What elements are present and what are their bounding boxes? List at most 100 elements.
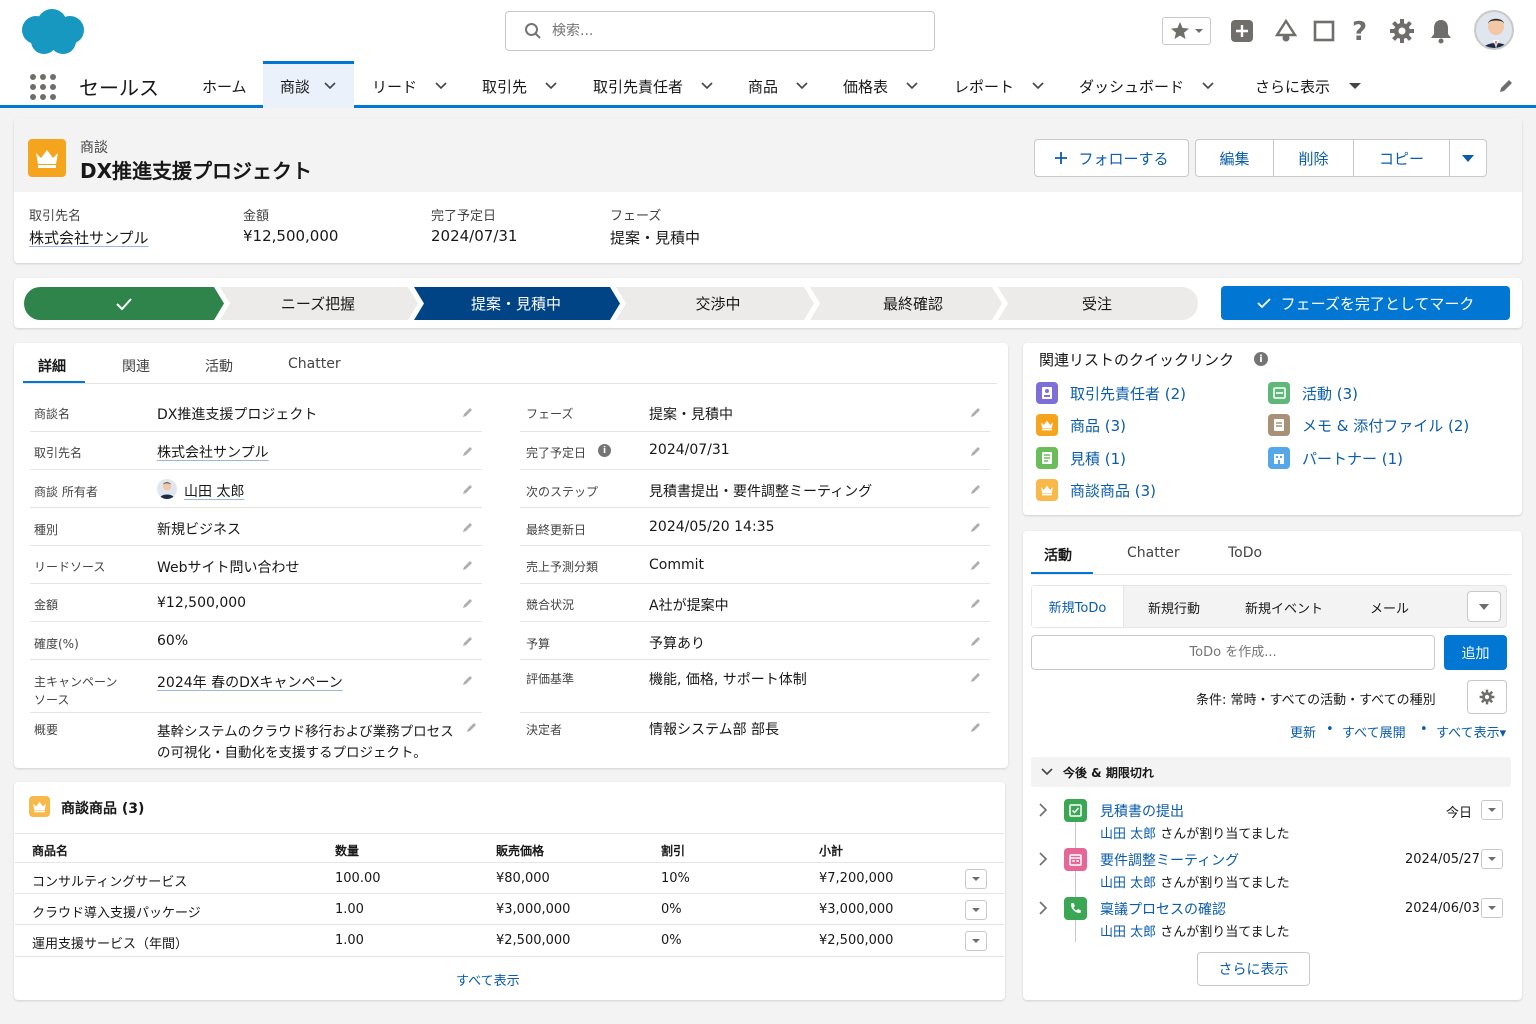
pencil-icon[interactable] — [970, 521, 982, 533]
publisher-more-button[interactable] — [1467, 591, 1501, 622]
assignee-link[interactable]: 山田 太郎 — [1100, 925, 1156, 940]
pencil-icon[interactable] — [462, 521, 474, 533]
quick-link-activities[interactable]: 活動 (3) — [1268, 382, 1358, 404]
nav-item-products[interactable]: 商品 — [748, 64, 808, 108]
info-icon[interactable]: i — [598, 444, 611, 457]
row-actions-button[interactable] — [965, 931, 987, 951]
activity-title-link[interactable]: 要件調整ミーティング — [1100, 850, 1239, 870]
path-step-current[interactable]: 提案・見積中 — [414, 287, 618, 320]
assignee-link[interactable]: 山田 太郎 — [1100, 876, 1156, 891]
app-launcher-icon[interactable] — [30, 74, 56, 100]
tab-todo[interactable]: ToDo — [1228, 545, 1262, 561]
chevron-down-icon[interactable] — [324, 82, 336, 90]
info-icon[interactable]: i — [1254, 352, 1268, 366]
quick-link-quotes[interactable]: 見積 (1) — [1036, 447, 1126, 469]
chevron-down-icon[interactable] — [906, 82, 918, 90]
activity-title-link[interactable]: 見積書の提出 — [1100, 801, 1184, 821]
view-all-products-link[interactable]: すべて表示 — [456, 970, 520, 989]
gear-icon[interactable] — [1389, 18, 1415, 44]
quick-link-opportunity-products[interactable]: 商談商品 (3) — [1036, 479, 1156, 501]
copy-button[interactable]: コピー — [1353, 139, 1450, 177]
trailhead-icon[interactable] — [1273, 19, 1299, 43]
view-all-activity-link[interactable]: すべて表示▾ — [1436, 722, 1506, 741]
pencil-icon[interactable] — [462, 597, 474, 609]
chevron-right-icon[interactable] — [1038, 803, 1048, 817]
edit-nav-pencil-icon[interactable] — [1498, 78, 1514, 94]
products-card-title[interactable]: 商談商品 (3) — [61, 798, 144, 818]
column-header-product[interactable]: 商品名 — [32, 842, 68, 859]
setup-assistant-icon[interactable] — [1313, 20, 1335, 42]
nav-item-contacts[interactable]: 取引先責任者 — [593, 64, 713, 108]
delete-button[interactable]: 削除 — [1273, 139, 1354, 177]
nav-item-dashboards[interactable]: ダッシュボード — [1079, 64, 1214, 108]
tab-details[interactable]: 詳細 — [38, 356, 66, 376]
path-step-complete[interactable] — [24, 287, 224, 320]
upcoming-overdue-section[interactable]: 今後 & 期限切れ — [1031, 757, 1511, 787]
activity-actions-button[interactable] — [1481, 898, 1503, 918]
pencil-icon[interactable] — [970, 671, 982, 683]
pencil-icon[interactable] — [970, 406, 982, 418]
column-header-quantity[interactable]: 数量 — [335, 842, 359, 859]
quick-link-notes-attachments[interactable]: メモ & 添付ファイル (2) — [1268, 414, 1469, 436]
path-step-final-review[interactable]: 最終確認 — [818, 287, 1008, 320]
path-step-needs-analysis[interactable]: ニーズ把握 — [222, 287, 414, 320]
edit-button[interactable]: 編集 — [1195, 139, 1274, 177]
add-todo-button[interactable]: 追加 — [1444, 635, 1507, 670]
tab-related[interactable]: 関連 — [122, 356, 150, 376]
pencil-icon[interactable] — [462, 406, 474, 418]
product-name-link[interactable]: コンサルティングサービス — [32, 871, 187, 890]
user-avatar[interactable] — [1474, 10, 1514, 50]
pencil-icon[interactable] — [466, 721, 478, 733]
more-actions-button[interactable] — [1449, 139, 1487, 177]
follow-button[interactable]: フォローする — [1034, 139, 1189, 177]
nav-item-accounts[interactable]: 取引先 — [482, 64, 557, 108]
assignee-link[interactable]: 山田 太郎 — [1100, 827, 1156, 842]
notification-bell-icon[interactable] — [1430, 18, 1452, 44]
pencil-icon[interactable] — [970, 721, 982, 733]
product-name-link[interactable]: 運用支援サービス（年間） — [32, 933, 188, 952]
nav-item-price-books[interactable]: 価格表 — [843, 64, 918, 108]
nav-item-home[interactable]: ホーム — [202, 64, 247, 108]
chevron-right-icon[interactable] — [1038, 901, 1048, 915]
tab-chatter-feed[interactable]: Chatter — [1127, 545, 1180, 561]
pencil-icon[interactable] — [970, 483, 982, 495]
column-header-sales-price[interactable]: 販売価格 — [496, 842, 544, 859]
favorites-button[interactable] — [1162, 17, 1211, 45]
pencil-icon[interactable] — [462, 635, 474, 647]
chevron-down-icon[interactable] — [701, 82, 713, 90]
chevron-down-icon[interactable] — [796, 82, 808, 90]
expand-all-link[interactable]: すべて展開 — [1342, 722, 1406, 741]
field-value-owner-link[interactable]: 山田 太郎 — [184, 481, 244, 501]
row-actions-button[interactable] — [965, 900, 987, 920]
global-actions-icon[interactable] — [1230, 19, 1254, 43]
todo-subject-input[interactable] — [1031, 635, 1435, 670]
chevron-right-icon[interactable] — [1038, 852, 1048, 866]
publisher-tab-email[interactable]: メール — [1370, 598, 1409, 617]
highlight-account-link[interactable]: 株式会社サンプル — [29, 227, 149, 248]
tab-activity[interactable]: 活動 — [205, 356, 233, 376]
tab-activity-timeline[interactable]: 活動 — [1044, 545, 1072, 565]
row-actions-button[interactable] — [965, 869, 987, 889]
salesforce-logo-icon[interactable] — [18, 8, 86, 56]
publisher-tab-new-task[interactable]: 新規ToDo — [1032, 586, 1124, 627]
field-value-campaign-link[interactable]: 2024年 春のDXキャンペーン — [157, 672, 343, 692]
activity-title-link[interactable]: 稟議プロセスの確認 — [1100, 899, 1226, 919]
chevron-down-icon[interactable] — [1032, 82, 1044, 90]
pencil-icon[interactable] — [970, 445, 982, 457]
pencil-icon[interactable] — [970, 559, 982, 571]
help-icon[interactable]: ? — [1352, 17, 1367, 47]
nav-item-opportunities[interactable]: 商談 — [263, 61, 354, 108]
search-input[interactable] — [552, 23, 892, 39]
chevron-down-icon[interactable] — [1202, 82, 1214, 90]
filter-settings-button[interactable] — [1467, 680, 1507, 714]
global-search[interactable] — [505, 11, 935, 51]
quick-link-partners[interactable]: パートナー (1) — [1268, 447, 1403, 469]
activity-actions-button[interactable] — [1481, 800, 1503, 820]
nav-item-reports[interactable]: レポート — [954, 64, 1044, 108]
show-more-activity-button[interactable]: さらに表示 — [1197, 952, 1310, 986]
chevron-down-icon[interactable] — [435, 82, 447, 90]
product-name-link[interactable]: クラウド導入支援パッケージ — [32, 902, 201, 921]
path-step-closed-won[interactable]: 受注 — [1004, 287, 1190, 320]
nav-item-leads[interactable]: リード — [372, 64, 447, 108]
column-header-discount[interactable]: 割引 — [661, 842, 685, 859]
